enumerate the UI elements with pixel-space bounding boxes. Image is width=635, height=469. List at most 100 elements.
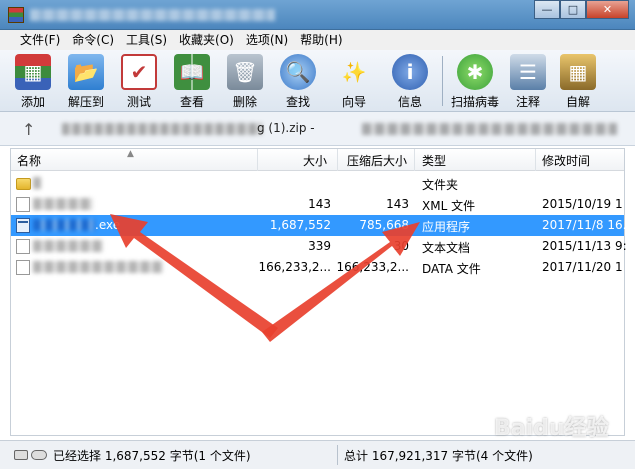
- column-type[interactable]: 类型: [422, 152, 446, 169]
- menu-bar: 文件(F) 命令(C) 工具(S) 收藏夹(O) 选项(N) 帮助(H): [0, 30, 635, 50]
- key-icon[interactable]: [31, 450, 47, 460]
- status-icons: [14, 450, 47, 460]
- blurred-filename: [33, 219, 95, 231]
- view-button[interactable]: 📖 查看: [164, 50, 220, 112]
- file-row[interactable]: 166,233,2... 166,233,2... DATA 文件 2017/1…: [11, 257, 624, 278]
- info-button[interactable]: i 信息: [382, 50, 438, 112]
- toolbar: ▦ 添加 📂 解压到 ✔ 测试 📖 查看 🗑 删除 🔍 查找 ✨ 向导 i 信息…: [0, 50, 635, 112]
- menu-favorites[interactable]: 收藏夹(O): [173, 31, 240, 49]
- delete-trash-icon: 🗑: [227, 54, 263, 90]
- blurred-filename: [33, 198, 93, 210]
- add-label: 添加: [20, 95, 45, 109]
- file-row[interactable]: 339 30 文本文档 2015/11/13 9:: [11, 236, 627, 257]
- scan-virus-bug-icon: ✱: [457, 54, 493, 90]
- file-name: .exe: [95, 218, 121, 232]
- file-modified: 2015/10/19 1: [542, 197, 623, 211]
- maximize-button[interactable]: □: [560, 0, 586, 19]
- file-row[interactable]: 143 143 XML 文件 2015/10/19 1: [11, 194, 624, 215]
- file-packed-size: 143: [386, 197, 409, 211]
- self-extract-icon: ▦: [560, 54, 596, 90]
- file-packed-size: 166,233,2...: [336, 260, 409, 274]
- file-type: 文件夹: [422, 178, 459, 192]
- document-icon: [16, 239, 30, 254]
- winrar-app-icon: [8, 7, 24, 23]
- view-label: 查看: [179, 95, 204, 109]
- toolbar-divider: [442, 56, 443, 106]
- file-type: DATA 文件: [422, 262, 481, 276]
- comment-label: 注释: [515, 95, 540, 109]
- find-magnifier-icon: 🔍: [280, 54, 316, 90]
- delete-button[interactable]: 🗑 删除: [220, 50, 270, 112]
- extract-folder-icon: 📂: [68, 54, 104, 90]
- file-list: 名称 ▲ 大小 压缩后大小 类型 修改时间 文件夹 143 143 XML 文件…: [10, 148, 630, 436]
- column-name[interactable]: 名称: [17, 152, 41, 169]
- file-type: 文本文档: [422, 241, 471, 255]
- file-size: 1,687,552: [269, 218, 331, 232]
- wizard-wand-icon: ✨: [341, 60, 367, 84]
- menu-tools[interactable]: 工具(S): [120, 31, 173, 49]
- blurred-path: [62, 123, 262, 135]
- drive-icon[interactable]: [14, 450, 28, 460]
- column-divider[interactable]: [535, 149, 536, 171]
- menu-help[interactable]: 帮助(H): [294, 31, 348, 49]
- file-modified: 2017/11/20 1: [542, 260, 623, 274]
- file-size: 339: [308, 239, 331, 253]
- folder-icon: [16, 178, 31, 190]
- status-bar: 已经选择 1,687,552 字节(1 个文件) 总计 167,921,317 …: [0, 440, 635, 469]
- exe-icon: [16, 218, 30, 233]
- test-button[interactable]: ✔ 测试: [114, 50, 164, 112]
- wizard-button[interactable]: ✨ 向导: [326, 50, 382, 112]
- extract-to-button[interactable]: 📂 解压到: [58, 50, 114, 112]
- path-visible-text: g (1).zip -: [257, 121, 315, 135]
- wizard-label: 向导: [341, 95, 366, 109]
- minimize-button[interactable]: —: [534, 0, 560, 19]
- extract-to-label: 解压到: [67, 95, 104, 109]
- column-modified[interactable]: 修改时间: [542, 152, 590, 169]
- selection-status: 已经选择 1,687,552 字节(1 个文件): [53, 449, 251, 463]
- blurred-filename: [33, 177, 41, 189]
- menu-commands[interactable]: 命令(C): [66, 31, 120, 49]
- file-row[interactable]: 文件夹: [11, 173, 624, 194]
- file-size: 143: [308, 197, 331, 211]
- column-packed-size[interactable]: 压缩后大小: [347, 152, 407, 169]
- self-extract-button[interactable]: ▦ 自解: [553, 50, 603, 112]
- find-button[interactable]: 🔍 查找: [270, 50, 326, 112]
- comment-button[interactable]: ☰ 注释: [503, 50, 553, 112]
- file-size: 166,233,2...: [258, 260, 331, 274]
- column-divider[interactable]: [337, 149, 338, 171]
- comment-icon: ☰: [510, 54, 546, 90]
- file-type: XML 文件: [422, 199, 476, 213]
- baidu-watermark: Baidu经验: [494, 416, 609, 441]
- file-type: 应用程序: [422, 220, 471, 234]
- delete-label: 删除: [232, 95, 257, 109]
- file-row-selected[interactable]: .exe 1,687,552 785,668 应用程序 2017/11/8 16…: [11, 215, 630, 236]
- document-icon: [16, 260, 30, 275]
- address-bar: ↑ g (1).zip -: [0, 112, 635, 146]
- file-modified: 2015/11/13 9:: [542, 239, 627, 253]
- scan-virus-label: 扫描病毒: [450, 95, 499, 109]
- view-book-icon: 📖: [174, 54, 210, 90]
- sort-ascending-icon: ▲: [127, 149, 134, 159]
- close-button[interactable]: ✕: [586, 0, 629, 19]
- menu-file[interactable]: 文件(F): [14, 31, 66, 49]
- add-archive-icon: ▦: [15, 54, 51, 90]
- column-divider[interactable]: [414, 149, 415, 171]
- document-icon: [16, 197, 30, 212]
- blurred-filename: [33, 261, 163, 273]
- blurred-path-tail: [362, 123, 617, 135]
- path-field[interactable]: g (1).zip -: [62, 120, 622, 138]
- self-extract-label: 自解: [565, 95, 590, 109]
- up-folder-icon[interactable]: ↑: [22, 120, 35, 139]
- scan-virus-button[interactable]: ✱ 扫描病毒: [447, 50, 503, 112]
- status-divider: [337, 445, 338, 465]
- window-controls: — □ ✕: [534, 0, 629, 19]
- column-size[interactable]: 大小: [303, 152, 327, 169]
- column-divider[interactable]: [257, 149, 258, 171]
- file-modified: 2017/11/8 16..: [542, 218, 631, 232]
- menu-options[interactable]: 选项(N): [240, 31, 294, 49]
- test-label: 测试: [126, 95, 151, 109]
- total-status: 总计 167,921,317 字节(4 个文件): [344, 449, 533, 463]
- info-icon: i: [392, 54, 428, 90]
- add-button[interactable]: ▦ 添加: [8, 50, 58, 112]
- title-bar: — □ ✕: [0, 0, 635, 30]
